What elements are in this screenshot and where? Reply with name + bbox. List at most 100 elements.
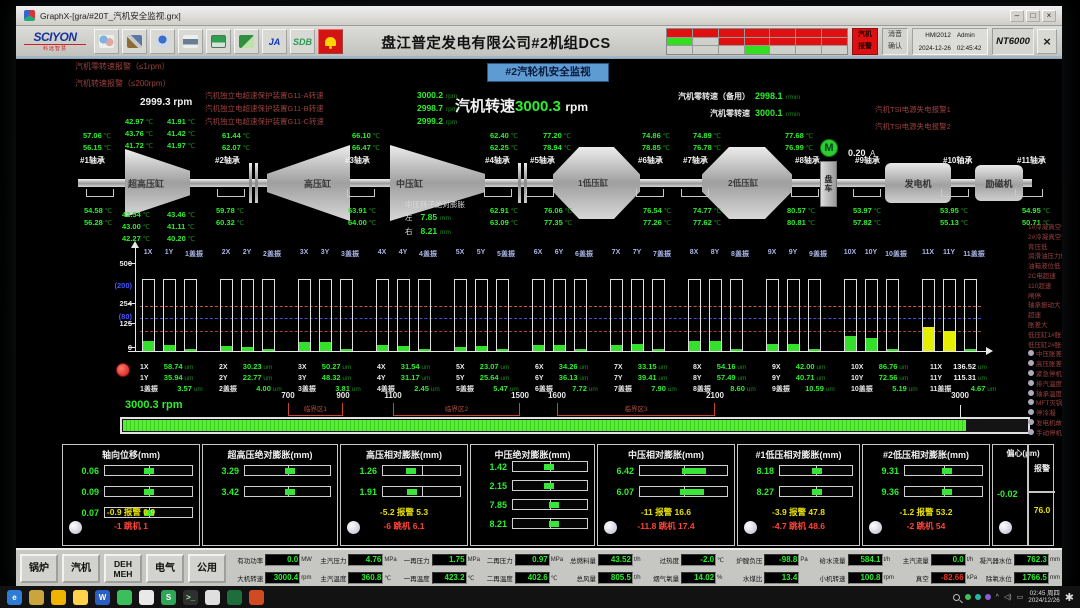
monitor-icon[interactable] (206, 29, 231, 54)
panel-divider (1027, 491, 1055, 493)
alarm-grid-cell[interactable] (693, 38, 718, 46)
app-gold-icon[interactable] (73, 590, 88, 605)
search-icon[interactable] (953, 594, 960, 601)
alarm-grid-cell[interactable] (719, 29, 744, 37)
measurement-value: 762.3 (1014, 554, 1049, 566)
alarm-bell-icon[interactable] (318, 29, 343, 54)
alarm-grid-cell[interactable] (796, 46, 821, 54)
alarm-grid-cell[interactable] (770, 46, 795, 54)
tray-app-icon[interactable] (965, 594, 971, 600)
casing-temps: 42.54℃43.00℃42.27℃ (122, 208, 150, 244)
measurement-unit: MW (300, 557, 313, 563)
alarm-grid-cell[interactable] (667, 38, 692, 46)
vibration-bar-fill (419, 349, 430, 351)
nav-button-1[interactable]: 锅炉 (20, 554, 58, 583)
vibration-bar-label: 6盖振 (575, 249, 593, 259)
users-icon[interactable] (94, 29, 119, 54)
alarm-grid-cell[interactable] (770, 29, 795, 37)
system-tray[interactable]: ^ ◁) ▭ 02:45 周四 2024/12/26 ✱ (953, 586, 1074, 608)
folder-icon[interactable] (29, 590, 44, 605)
close-icon[interactable]: × (1042, 10, 1056, 22)
vibration-bar-outline (340, 279, 353, 351)
notepad-icon[interactable] (139, 590, 154, 605)
bearing-label: #8轴承 (795, 155, 820, 166)
panel-gauge-track (779, 465, 853, 476)
alarm-list-item: 1#冷凝真空低 (1028, 223, 1062, 233)
nav-button-2[interactable]: 汽机 (62, 554, 100, 583)
restore-button[interactable]: □ (1026, 10, 1040, 22)
operator-icon[interactable] (150, 29, 175, 54)
main-display: 汽机零转速报警（≤1rpm） 汽机转速报警（≤200rpm） 2999.3 rp… (16, 58, 1062, 548)
alarm-grid-cell[interactable] (693, 29, 718, 37)
sdb-logo[interactable]: SDB (290, 29, 315, 54)
vibration-bar-fill (575, 349, 586, 351)
alarm-grid-cell[interactable] (693, 46, 718, 54)
alarm-grid-cell[interactable] (745, 38, 770, 46)
status-measurement: 二再温度402.6℃ (480, 570, 563, 586)
nav-button-4[interactable]: 电气 (146, 554, 184, 583)
app-s-icon[interactable]: S (161, 590, 176, 605)
bearing-temps-top: 61.44℃62.07℃ (222, 129, 250, 153)
measurement-panel: 轴向位移(mm)0.060.090.07-0.9 报警 0.9-1 跳机 1 (62, 444, 200, 546)
toolbar-close-button[interactable]: × (1037, 29, 1057, 54)
hmi-date: 2024-12-26 (919, 45, 951, 52)
alarm-grid-cell[interactable] (796, 38, 821, 46)
status-measurement: 二再压力0.97MPa (480, 552, 563, 568)
network-icon[interactable]: ▭ (1017, 593, 1024, 601)
alarm-grid-cell[interactable] (822, 29, 847, 37)
bearing-label: #9轴承 (855, 155, 880, 166)
docs-icon[interactable] (234, 29, 259, 54)
minimize-button[interactable]: – (1010, 10, 1024, 22)
alarm-grid-cell[interactable] (719, 46, 744, 54)
speed-tick-label: 3000 (951, 391, 969, 400)
alarm-ack-button[interactable]: 消音 确认 (882, 28, 908, 55)
turbine-trip-indicator[interactable]: 汽机 报警 (852, 28, 878, 55)
toolbar: SCIYON 科远智慧 JASDB 盘江普定发电有限公司#2机组DCS 汽机 报… (16, 26, 1062, 58)
printer-icon-glyph (183, 35, 198, 48)
app-yellow-icon[interactable] (51, 590, 66, 605)
tools-icon[interactable] (122, 29, 147, 54)
alarm-grid-cell[interactable] (770, 38, 795, 46)
app-colorful-icon[interactable] (249, 590, 264, 605)
status-measurement: 炉膛负压-98.8Pa (729, 552, 812, 568)
alarm-grid-cell[interactable] (719, 38, 744, 46)
measurement-panel: 中压相对膨胀(mm)6.426.07-11 报警 16.6-11.8 跳机 17… (597, 444, 735, 546)
tray-app-icon[interactable] (985, 594, 991, 600)
tray-app-icon[interactable] (975, 594, 981, 600)
alarm-grid-cell[interactable] (796, 29, 821, 37)
terminal-icon[interactable]: >_ (183, 590, 198, 605)
measurement-label: 总风量 (563, 573, 598, 583)
alarm-grid-cell[interactable] (745, 46, 770, 54)
app-dark-green-icon[interactable] (227, 590, 242, 605)
document-icon[interactable] (205, 590, 220, 605)
alarm-grid-cell[interactable] (667, 29, 692, 37)
measurement-value: 4.76 (348, 554, 383, 566)
bearing-temps-top: 62.40℃62.25℃ (490, 129, 518, 153)
settings-gear-icon[interactable]: ✱ (1065, 591, 1074, 604)
panel-gauge-marker (406, 468, 416, 474)
edge-browser-icon[interactable]: e (7, 590, 22, 605)
bearing-label: #4轴承 (485, 155, 510, 166)
bearing-bracket (853, 189, 881, 197)
vibration-value-cell: 9盖振10.59 um (772, 378, 849, 396)
wechat-icon[interactable] (117, 590, 132, 605)
alarm-grid-cell[interactable] (745, 29, 770, 37)
alarm-grid-cell[interactable] (822, 46, 847, 54)
printer-icon[interactable] (178, 29, 203, 54)
ja-logo[interactable]: JA (262, 29, 287, 54)
ip-rotor-expansion: 中压转子绝对膨胀 左7.85mm右8.21mm (405, 199, 465, 238)
nav-button-3[interactable]: DEH MEH (104, 554, 142, 583)
chevron-up-icon[interactable]: ^ (996, 594, 999, 601)
nav-button-5[interactable]: 公用 (188, 554, 226, 583)
alarm-grid-cell[interactable] (822, 38, 847, 46)
vibration-bar-outline (397, 279, 410, 351)
vibration-bar-fill (710, 341, 721, 351)
vibration-bar-label: 6X (534, 249, 543, 256)
alarm-list-item: 胀差大 (1028, 321, 1062, 331)
vibration-bar-label: 10X (844, 249, 856, 256)
vibration-bar-label: 10Y (865, 249, 877, 256)
alarm-grid-cell[interactable] (667, 46, 692, 54)
speaker-icon[interactable]: ◁) (1004, 593, 1012, 601)
taskbar-clock[interactable]: 02:45 周四 2024/12/26 (1028, 590, 1060, 605)
word-icon[interactable]: W (95, 590, 110, 605)
